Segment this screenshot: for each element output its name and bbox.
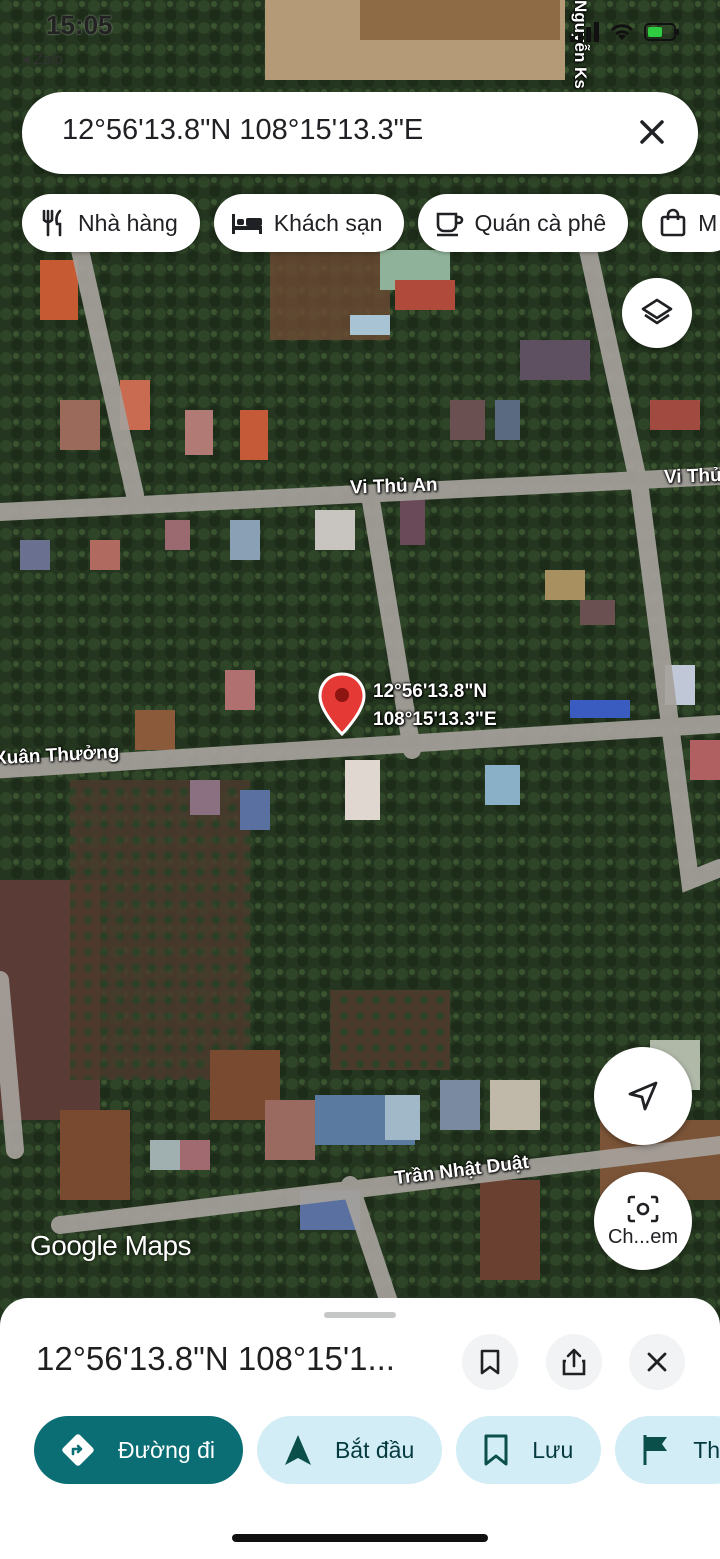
status-icons (570, 22, 680, 42)
chip-restaurants[interactable]: Nhà hàng (22, 194, 200, 252)
pin-longitude: 108°15'13.3"E (373, 709, 497, 730)
directions-button[interactable]: Đường đi (34, 1416, 243, 1484)
save-button[interactable]: Lưu (456, 1416, 602, 1484)
sheet-drag-handle[interactable] (324, 1312, 396, 1318)
place-bottom-sheet[interactable]: 12°56'13.8"N 108°15'1... Đường đi Bắt đầ… (0, 1298, 720, 1559)
chip-label: Quán cà phê (474, 209, 607, 236)
directions-button-label: Đường đi (118, 1436, 215, 1463)
road-label-vi-thu-an-right: Vi Thủ (663, 464, 720, 489)
back-to-app-link[interactable]: ◂ Zalo (22, 50, 63, 68)
home-indicator (232, 1534, 488, 1542)
camera-lens-icon (627, 1195, 659, 1222)
location-pin-icon[interactable] (318, 672, 366, 736)
navigation-arrow-icon (628, 1081, 658, 1111)
navigation-arrow-icon (284, 1435, 311, 1465)
battery-icon (644, 23, 679, 41)
label-button[interactable]: Th (615, 1416, 720, 1484)
lens-button[interactable]: Ch...em (594, 1172, 692, 1270)
wifi-icon (610, 24, 634, 40)
search-bar[interactable]: 12°56'13.8"N 108°15'13.3"E (22, 92, 698, 174)
pin-latitude: 12°56'13.8"N (373, 681, 488, 702)
google-maps-watermark: Google Maps (30, 1230, 192, 1261)
pin-coordinates-label: 12°56'13.8"N 108°15'13.3"E (373, 678, 497, 734)
status-bar: 15:05 ◂ Zalo (0, 0, 720, 70)
fork-knife-icon (42, 209, 62, 237)
chip-label: Khách sạn (273, 209, 383, 236)
start-button[interactable]: Bắt đầu (256, 1416, 443, 1484)
close-icon (647, 1352, 667, 1372)
category-chips: Nhà hàng Khách sạn Quán cà phê M (22, 194, 720, 252)
share-button[interactable] (546, 1334, 602, 1390)
bed-icon (231, 214, 262, 234)
search-query[interactable]: 12°56'13.8"N 108°15'13.3"E (62, 114, 423, 147)
share-icon (562, 1348, 586, 1376)
road-label-vi-thu-an: Vi Thủ An (349, 474, 438, 499)
clear-search-icon[interactable] (630, 110, 674, 154)
chip-hotels[interactable]: Khách sạn (213, 194, 405, 252)
bookmark-icon (484, 1434, 508, 1466)
close-sheet-button[interactable] (629, 1334, 685, 1390)
chip-label: M (698, 209, 718, 236)
chip-cafes[interactable]: Quán cà phê (418, 194, 629, 252)
label-button-label: Th (693, 1436, 720, 1463)
coffee-cup-icon (437, 212, 464, 237)
status-time: 15:05 (46, 10, 113, 40)
lens-button-label: Ch...em (607, 1225, 679, 1248)
flag-icon (643, 1435, 668, 1465)
bookmark-icon (480, 1349, 500, 1375)
signal-icon (570, 22, 599, 42)
start-button-label: Bắt đầu (334, 1436, 415, 1463)
shopping-bag-icon (660, 208, 686, 237)
my-location-button[interactable] (594, 1047, 692, 1145)
save-bookmark-button[interactable] (462, 1334, 518, 1390)
map-layers-button[interactable] (622, 278, 692, 348)
place-title: 12°56'13.8"N 108°15'1... (36, 1340, 395, 1377)
layers-icon (641, 298, 673, 325)
chip-label: Nhà hàng (78, 209, 178, 236)
save-button-label: Lưu (532, 1436, 574, 1463)
action-buttons-row: Đường đi Bắt đầu Lưu Th (34, 1416, 720, 1484)
directions-icon (62, 1434, 94, 1466)
chip-shopping[interactable]: M (642, 194, 720, 252)
